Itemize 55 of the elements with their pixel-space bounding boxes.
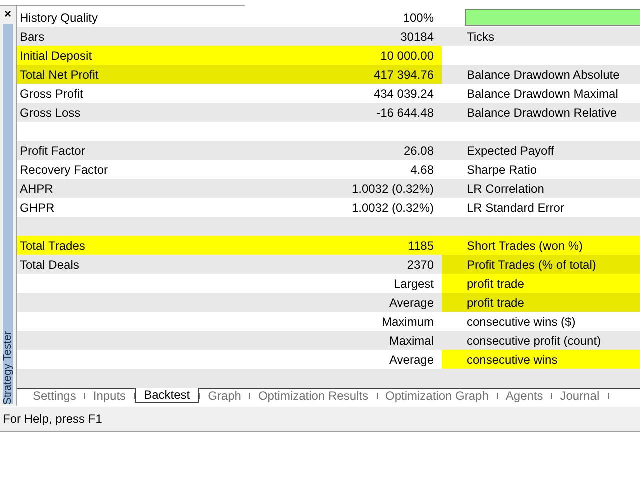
stat-label: History Quality — [20, 10, 98, 24]
tab[interactable]: Optimization Graph — [378, 389, 497, 403]
stat-value: Maximum — [382, 314, 434, 328]
stat-label: Balance Drawdown Absolute — [467, 68, 620, 82]
stat-value: 4.68 — [410, 162, 434, 176]
stat-label: GHPR — [20, 200, 55, 214]
stat-value: 30184 — [400, 30, 434, 44]
tab[interactable]: Agents — [498, 389, 552, 403]
stat-value: 1185 — [408, 238, 434, 252]
stat-label: LR Correlation — [467, 182, 544, 196]
stat-value: 1.0032 (0.32%) — [352, 200, 434, 214]
status-text: For Help, press F1 — [3, 412, 102, 426]
panel-title: Strategy Tester — [3, 331, 13, 405]
stat-value: Average — [390, 296, 434, 310]
stat-label: Balance Drawdown Relative — [467, 106, 618, 120]
stat-label: AHPR — [20, 182, 54, 196]
stat-label: Initial Deposit — [20, 48, 92, 62]
stat-label: Sharpe Ratio — [467, 162, 538, 176]
stat-value: Maximal — [389, 334, 434, 348]
tab[interactable]: Backtest — [135, 388, 200, 403]
stat-label: Total Deals — [20, 258, 80, 272]
stat-label: Ticks — [467, 30, 495, 44]
tab[interactable]: Journal — [552, 389, 608, 403]
stat-label: Short Trades (won %) — [467, 238, 584, 252]
stat-label: consecutive profit (count) — [467, 334, 602, 348]
stat-value: -16 644.48 — [376, 106, 434, 120]
stat-label: Bars — [20, 30, 45, 44]
stat-label: Total Net Profit — [20, 68, 99, 82]
stat-value: 1.0032 (0.32%) — [352, 182, 434, 196]
stat-label: Recovery Factor — [20, 162, 108, 176]
stat-label: Gross Profit — [20, 86, 84, 100]
stat-value: 100% — [403, 10, 434, 24]
stat-value: 10 000.00 — [380, 48, 434, 62]
close-button[interactable]: × — [4, 8, 12, 20]
stat-value: Average — [390, 352, 434, 366]
stat-label: LR Standard Error — [467, 200, 564, 214]
stat-value: 417 394.76 — [374, 68, 434, 82]
tab[interactable]: Inputs — [85, 389, 134, 403]
stat-label: profit trade — [467, 276, 524, 290]
stat-label: Total Trades — [20, 238, 86, 252]
stat-label: Profit Trades (% of total) — [467, 258, 596, 272]
stat-value: Largest — [394, 276, 434, 290]
stat-label: Gross Loss — [20, 106, 81, 120]
stat-label: consecutive wins — [467, 352, 558, 366]
stat-label: Profit Factor — [20, 144, 86, 158]
stat-label: profit trade — [467, 296, 524, 310]
tab[interactable]: Graph — [200, 389, 250, 403]
stat-value: 434 039.24 — [374, 86, 434, 100]
stat-value: 26.08 — [404, 144, 434, 158]
stat-label: Expected Payoff — [467, 144, 554, 158]
stat-value: 2370 — [407, 258, 434, 272]
tab[interactable]: Optimization Results — [250, 389, 376, 403]
tab[interactable]: Settings — [25, 389, 84, 403]
stat-label: Balance Drawdown Maximal — [467, 86, 618, 100]
stat-label: consecutive wins ($) — [467, 314, 576, 328]
